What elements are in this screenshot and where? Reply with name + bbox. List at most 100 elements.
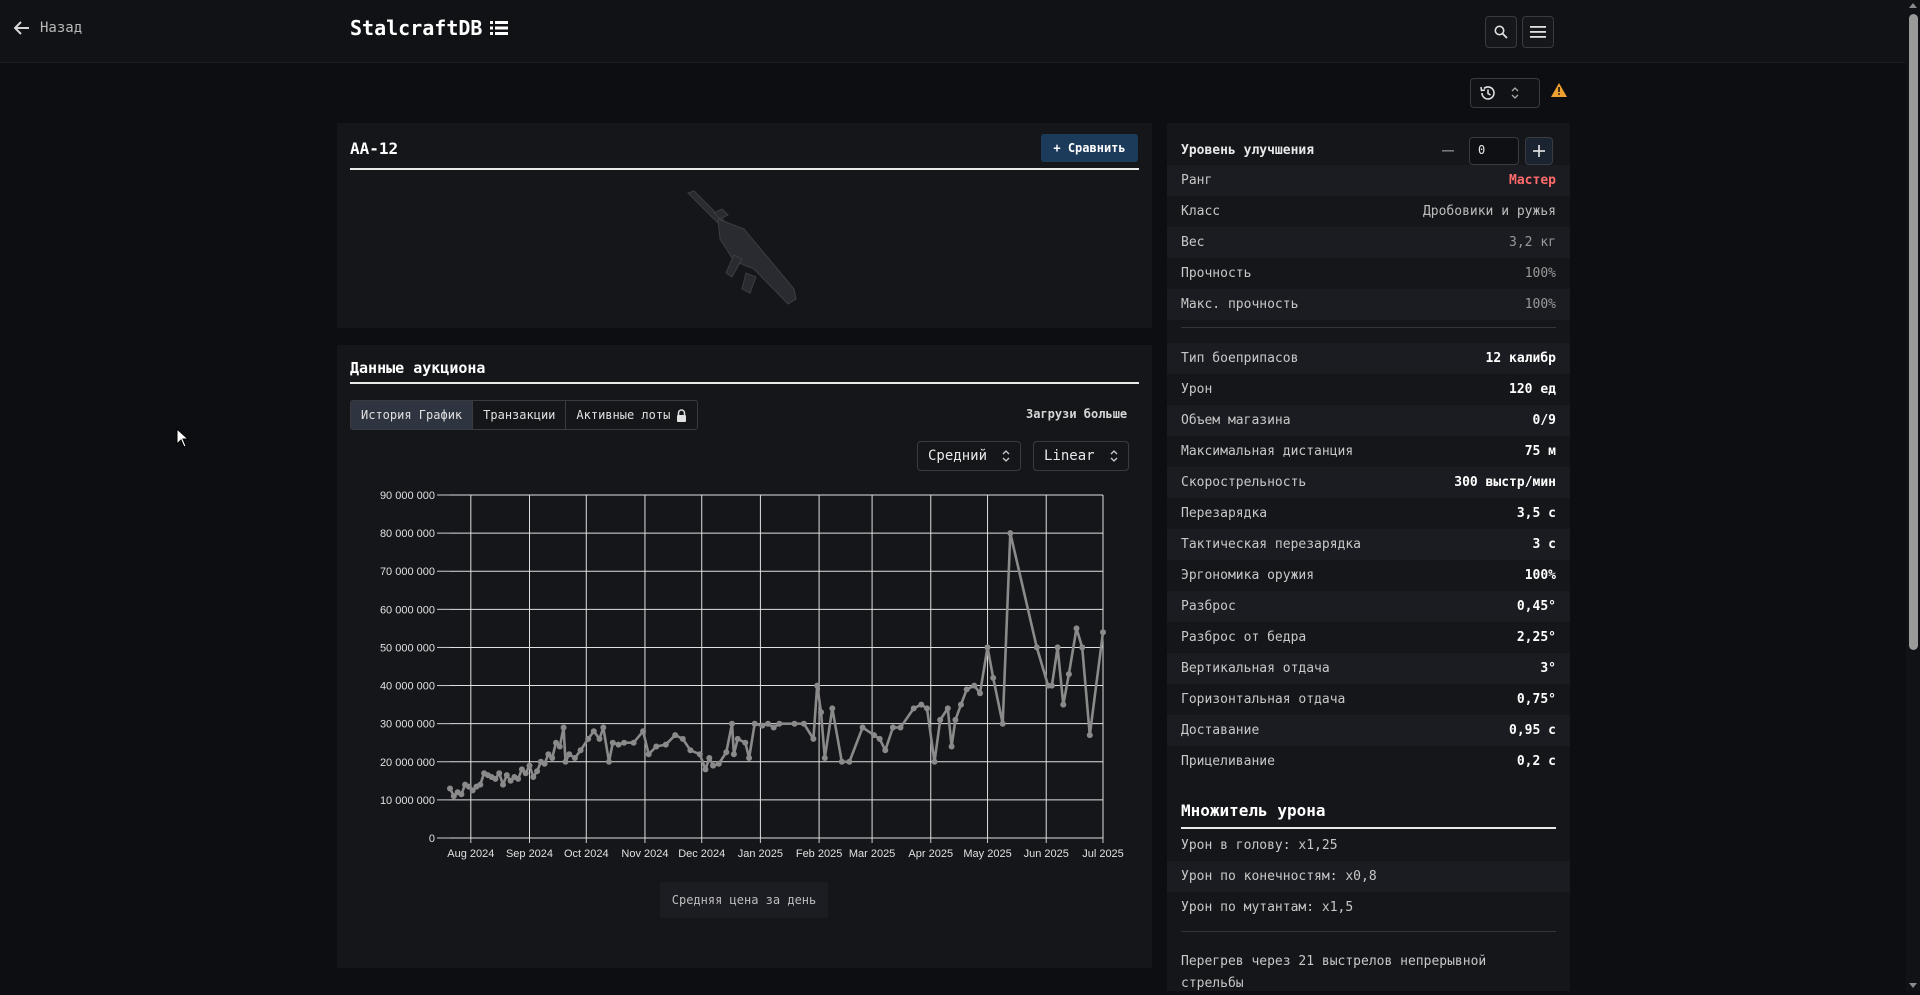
tab-transactions[interactable]: Транзакции xyxy=(473,401,567,429)
load-more-button[interactable]: Загрузи больше xyxy=(1026,407,1127,421)
price-point xyxy=(609,739,616,746)
price-point xyxy=(526,762,533,769)
x-tick-label: Apr 2025 xyxy=(908,848,953,860)
price-point xyxy=(560,724,567,731)
y-tick-label: 20 000 000 xyxy=(380,757,435,769)
price-point xyxy=(1073,625,1080,632)
x-tick-label: Jul 2025 xyxy=(1082,848,1124,860)
item-name: AA-12 xyxy=(350,139,399,158)
stat-row: Ранг Мастер xyxy=(1167,165,1570,196)
mode-select[interactable]: Средний xyxy=(917,441,1021,471)
upgrade-increment-button[interactable] xyxy=(1525,137,1553,165)
price-point xyxy=(889,724,896,731)
price-point xyxy=(621,739,628,746)
y-tick-label: 40 000 000 xyxy=(380,681,435,693)
stat-value: 300 выстр/мин xyxy=(1454,475,1556,490)
price-point xyxy=(897,724,904,731)
price-point xyxy=(846,758,853,765)
price-point xyxy=(645,751,652,758)
mouse-cursor xyxy=(176,428,190,448)
scrollbar-thumb[interactable] xyxy=(1909,14,1918,650)
price-point xyxy=(765,720,771,727)
price-point xyxy=(882,747,889,754)
upgrade-level-input[interactable]: 0 xyxy=(1469,137,1519,165)
arrow-left-icon xyxy=(14,21,29,35)
y-tick-label: 0 xyxy=(429,833,435,845)
menu-button[interactable] xyxy=(1522,16,1554,48)
price-point xyxy=(640,728,647,735)
price-point xyxy=(1060,701,1067,708)
stat-row: Урон 120 ед xyxy=(1167,374,1570,405)
stat-value: 3,2 кг xyxy=(1509,235,1556,250)
price-point xyxy=(770,724,777,731)
stat-value: 75 м xyxy=(1524,444,1556,459)
y-tick-label: 60 000 000 xyxy=(380,604,435,616)
y-tick-label: 90 000 000 xyxy=(380,490,435,502)
price-point xyxy=(630,739,637,746)
price-point xyxy=(918,701,925,708)
stat-label: Вертикальная отдача xyxy=(1181,661,1330,676)
brand-link[interactable]: StalcraftDB xyxy=(350,16,509,40)
scroll-down-arrow[interactable] xyxy=(1909,983,1917,988)
stat-label: Макс. прочность xyxy=(1181,297,1299,312)
updown-icon xyxy=(1511,87,1519,99)
history-select[interactable] xyxy=(1470,78,1540,108)
price-point xyxy=(615,741,622,748)
stat-value: Мастер xyxy=(1509,173,1556,188)
page-scrollbar[interactable] xyxy=(1906,0,1920,991)
price-point xyxy=(1048,682,1055,689)
top-bar: Назад StalcraftDB xyxy=(0,0,1906,63)
price-point xyxy=(821,755,828,761)
stat-row: Вертикальная отдача 3° xyxy=(1167,653,1570,684)
y-tick-label: 80 000 000 xyxy=(380,528,435,540)
upgrade-decrement-button[interactable] xyxy=(1434,137,1462,165)
price-history-chart[interactable]: 0 10 000 000 20 000 000 30 000 000 40 000 00… xyxy=(345,480,1135,870)
price-point xyxy=(829,705,836,712)
price-point xyxy=(814,682,821,689)
price-point xyxy=(931,758,938,765)
price-point xyxy=(730,751,737,758)
stat-label: Прицеливание xyxy=(1181,754,1275,769)
stat-value: 3 с xyxy=(1532,537,1556,552)
price-point xyxy=(742,739,749,746)
price-point xyxy=(871,732,877,739)
price-point xyxy=(706,755,713,761)
multiplier-row: Урон по мутантам: x1,5 xyxy=(1181,900,1354,915)
price-point xyxy=(500,781,506,788)
price-point xyxy=(577,747,584,754)
price-point xyxy=(1086,732,1093,739)
stat-label: Ранг xyxy=(1181,173,1213,188)
search-button[interactable] xyxy=(1485,16,1517,48)
scale-select[interactable]: Linear xyxy=(1033,441,1129,471)
price-point xyxy=(715,760,722,767)
price-point xyxy=(503,772,510,779)
back-button[interactable]: Назад xyxy=(14,20,82,36)
x-tick-label: Feb 2025 xyxy=(796,848,842,860)
weapon-image xyxy=(687,190,797,305)
hamburger-icon xyxy=(1530,26,1546,38)
compare-button[interactable]: + Сравнить xyxy=(1041,134,1138,162)
y-tick-label: 30 000 000 xyxy=(380,719,435,731)
scroll-up-arrow[interactable] xyxy=(1909,3,1917,8)
price-point xyxy=(1065,671,1072,678)
price-point xyxy=(530,774,537,780)
stat-row: Разброс 0,45° xyxy=(1167,591,1570,622)
y-tick-label: 50 000 000 xyxy=(380,642,435,654)
tab-active-lots[interactable]: Активные лоты xyxy=(566,401,697,429)
stat-row: Прицеливание 0,2 с xyxy=(1167,746,1570,777)
price-point xyxy=(696,751,703,758)
stat-row: Вес 3,2 кг xyxy=(1167,227,1570,258)
price-point xyxy=(859,724,866,731)
plus-icon xyxy=(1533,145,1545,157)
stat-label: Класс xyxy=(1181,204,1221,219)
tab-history-chart[interactable]: История График xyxy=(351,401,474,429)
price-point xyxy=(723,749,730,756)
price-point xyxy=(876,735,883,742)
warning-icon[interactable] xyxy=(1551,83,1567,97)
stat-row: Класс Дробовики и ружья xyxy=(1167,196,1570,227)
price-point xyxy=(662,741,669,748)
price-point xyxy=(952,716,959,723)
price-point xyxy=(746,755,753,761)
price-point xyxy=(562,758,569,765)
stat-value: 0/9 xyxy=(1532,413,1556,428)
